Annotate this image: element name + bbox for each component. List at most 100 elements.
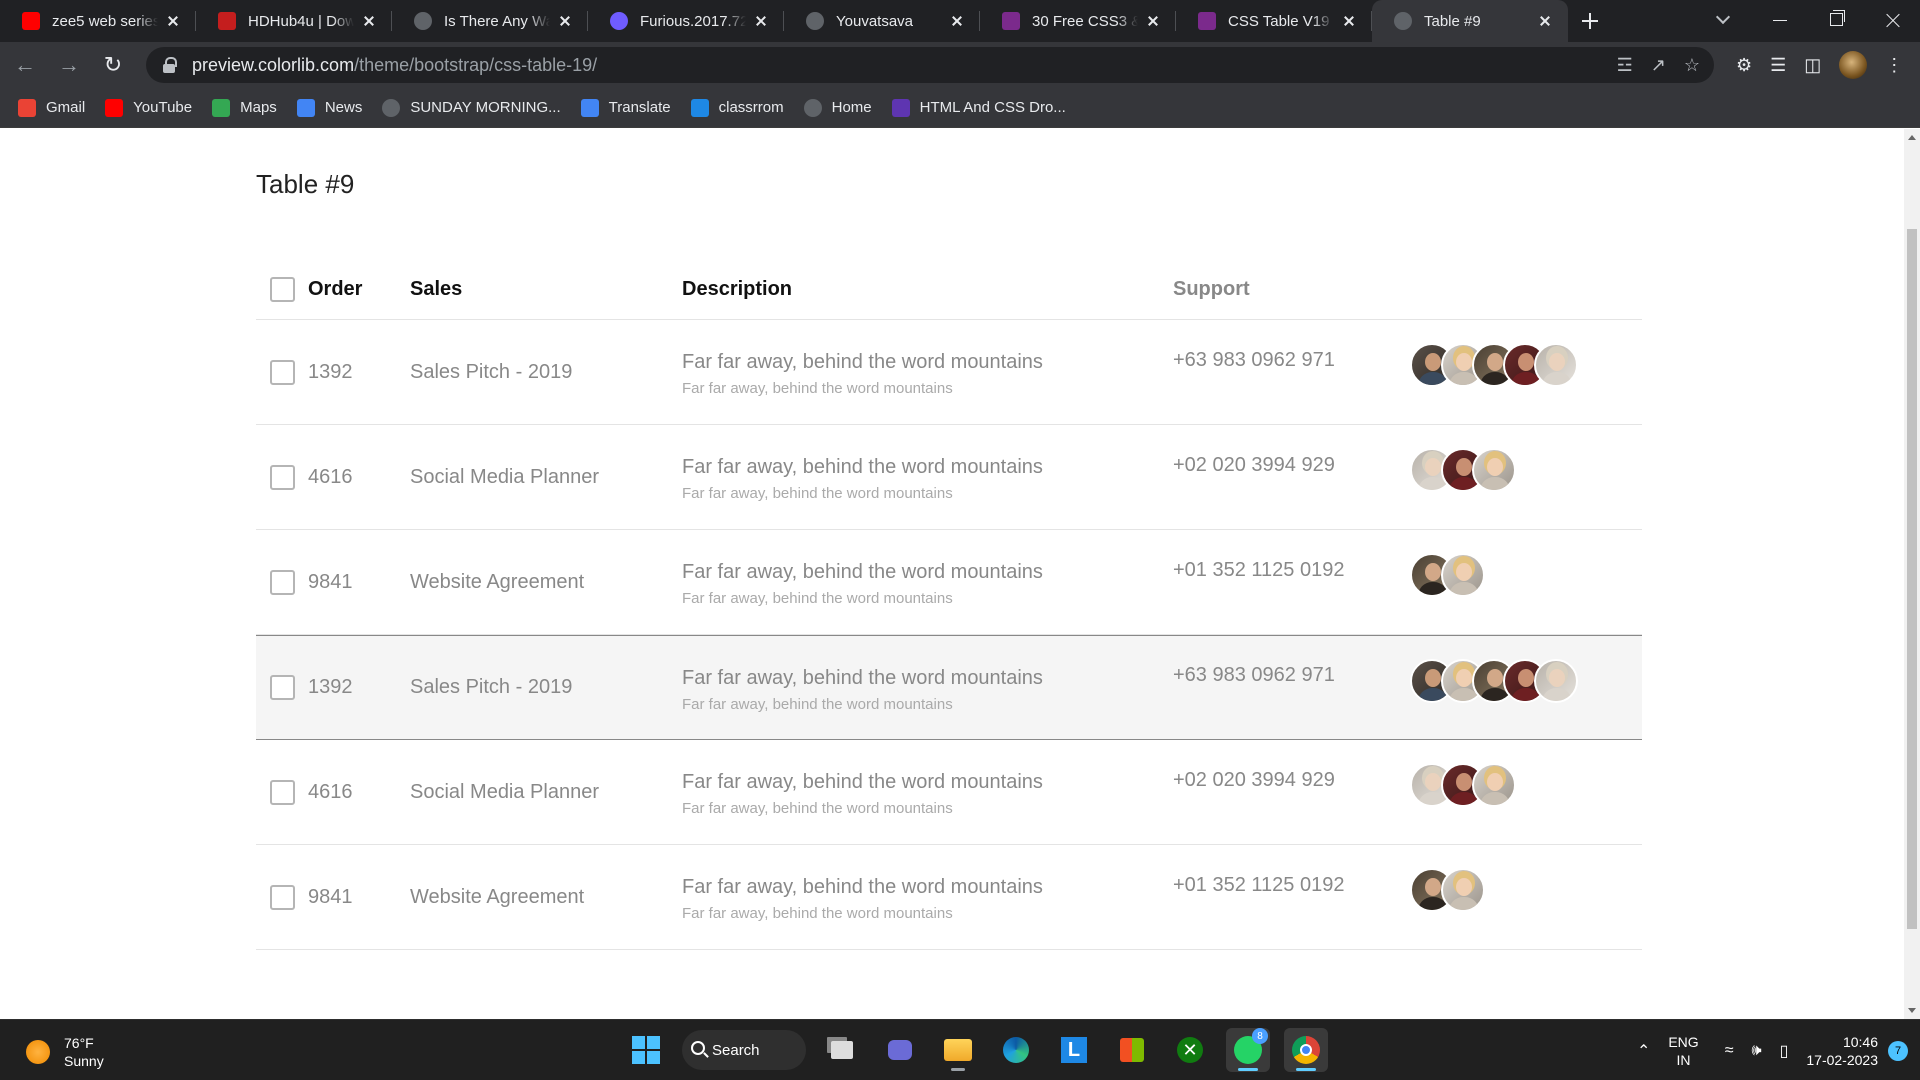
tab-1[interactable]: HDHub4u | Down xyxy=(196,0,392,42)
media-control-icon[interactable]: ☰ xyxy=(1770,55,1786,76)
table-header-row: Order Sales Description Support xyxy=(256,259,1642,320)
page-title: Table #9 xyxy=(256,169,355,199)
close-tab-icon[interactable] xyxy=(360,12,378,30)
edge-button[interactable] xyxy=(994,1028,1038,1072)
close-tab-icon[interactable] xyxy=(1144,12,1162,30)
tab-5[interactable]: 30 Free CSS3 & H xyxy=(980,0,1176,42)
table-row[interactable]: 1392 Sales Pitch - 2019 Far far away, behi… xyxy=(256,635,1642,740)
tab-2[interactable]: Is There Any Wait xyxy=(392,0,588,42)
bookmark-2[interactable]: Maps xyxy=(212,98,277,117)
avatar-group xyxy=(1410,763,1516,807)
tab-title: Table #9 xyxy=(1424,12,1481,30)
weather-description: Sunny xyxy=(64,1053,104,1069)
bookmark-7[interactable]: Home xyxy=(803,98,872,117)
clock[interactable]: 10:46 17-02-2023 xyxy=(1806,1033,1878,1069)
restore-button[interactable] xyxy=(1808,0,1864,42)
file-explorer-button[interactable] xyxy=(936,1028,980,1072)
avatar-group xyxy=(1410,868,1485,912)
classroom-icon xyxy=(690,98,709,117)
volume-icon[interactable]: 🕪 xyxy=(1751,1042,1761,1060)
profile-avatar[interactable] xyxy=(1839,51,1868,79)
close-window-button[interactable] xyxy=(1864,0,1920,42)
row-checkbox[interactable] xyxy=(270,884,295,910)
bookmark-0[interactable]: Gmail xyxy=(18,98,85,117)
row-checkbox[interactable] xyxy=(270,779,295,805)
description-sub: Far far away, behind the word mountains xyxy=(682,695,953,713)
tab-6[interactable]: CSS Table V19 - F xyxy=(1176,0,1372,42)
scroll-down-arrow-icon[interactable] xyxy=(1908,1008,1916,1013)
bookmark-4[interactable]: SUNDAY MORNING... xyxy=(382,98,561,117)
whatsapp-button[interactable]: 8 xyxy=(1226,1028,1270,1072)
close-tab-icon[interactable] xyxy=(164,12,182,30)
table-row[interactable]: 1392 Sales Pitch - 2019 Far far away, behi… xyxy=(256,320,1642,425)
avatar[interactable] xyxy=(1472,763,1516,807)
share-icon[interactable]: ↗ xyxy=(1651,55,1666,76)
bookmark-5[interactable]: Translate xyxy=(580,98,671,117)
gmail-icon xyxy=(18,98,36,117)
row-checkbox[interactable] xyxy=(270,359,295,385)
chrome-button[interactable] xyxy=(1284,1028,1328,1072)
close-tab-icon[interactable] xyxy=(1340,12,1358,30)
weather-widget[interactable]: 76°F Sunny xyxy=(26,1034,104,1070)
description-main: Far far away, behind the word mountains xyxy=(682,771,1043,793)
input-language[interactable]: ENG IN xyxy=(1668,1033,1698,1069)
bookmark-star-icon[interactable]: ☆ xyxy=(1684,55,1700,76)
tab-0[interactable]: zee5 web series - xyxy=(0,0,196,42)
bookmark-1[interactable]: YouTube xyxy=(105,98,192,117)
battery-icon[interactable]: ▯ xyxy=(1780,1041,1789,1061)
vertical-scrollbar[interactable] xyxy=(1904,129,1920,1019)
menu-kebab-icon[interactable]: ⋮ xyxy=(1885,55,1903,76)
address-bar[interactable]: preview.colorlib.com/theme/bootstrap/css… xyxy=(146,47,1714,83)
store-button[interactable] xyxy=(1110,1028,1154,1072)
task-view-button[interactable] xyxy=(820,1028,864,1072)
tab-7[interactable]: Table #9 xyxy=(1372,0,1568,42)
table-row[interactable]: 9841 Website Agreement Far far away, behin… xyxy=(256,845,1642,950)
forward-icon[interactable]: → xyxy=(50,46,88,84)
table-row[interactable]: 4616 Social Media Planner Far far away, be… xyxy=(256,425,1642,530)
wifi-icon[interactable]: ≈ xyxy=(1725,1042,1734,1060)
bookmark-8[interactable]: HTML And CSS Dro... xyxy=(891,98,1066,117)
bookmark-3[interactable]: News xyxy=(296,98,362,117)
minimize-button[interactable] xyxy=(1752,0,1808,42)
extensions-icon[interactable]: ⚙ xyxy=(1736,55,1752,76)
avatar[interactable] xyxy=(1472,448,1516,492)
avatar[interactable] xyxy=(1441,553,1485,597)
scroll-up-arrow-icon[interactable] xyxy=(1908,135,1916,140)
translate-icon xyxy=(580,98,599,117)
avatar[interactable] xyxy=(1534,343,1578,387)
start-button[interactable] xyxy=(624,1028,668,1072)
tab-4[interactable]: Youvatsava xyxy=(784,0,980,42)
close-tab-icon[interactable] xyxy=(1536,12,1554,30)
description-cell: Far far away, behind the word mountains F… xyxy=(682,872,1173,922)
table-row[interactable]: 4616 Social Media Planner Far far away, be… xyxy=(256,740,1642,845)
column-header-description: Description xyxy=(682,277,793,300)
row-checkbox[interactable] xyxy=(270,569,295,595)
new-tab-button[interactable] xyxy=(1568,0,1612,42)
translate-page-icon[interactable]: ☲ xyxy=(1617,55,1633,76)
close-tab-icon[interactable] xyxy=(948,12,966,30)
avatar[interactable] xyxy=(1534,658,1578,703)
close-tab-icon[interactable] xyxy=(752,12,770,30)
row-checkbox[interactable] xyxy=(270,464,295,490)
table-row[interactable]: 9841 Website Agreement Far far away, behin… xyxy=(256,530,1642,635)
select-all-checkbox[interactable] xyxy=(270,276,295,302)
taskbar-search[interactable]: Search xyxy=(682,1030,806,1070)
side-panel-icon[interactable]: ◫ xyxy=(1804,55,1821,76)
reload-icon[interactable]: ↻ xyxy=(94,46,132,84)
show-hidden-icons-chevron-icon[interactable]: ⌃ xyxy=(1637,1041,1650,1061)
back-icon[interactable]: ← xyxy=(6,46,44,84)
torrent-icon xyxy=(610,12,628,30)
tab-3[interactable]: Furious.2017.720p xyxy=(588,0,784,42)
close-tab-icon[interactable] xyxy=(556,12,574,30)
l-app-button[interactable]: L xyxy=(1052,1028,1096,1072)
teams-chat-button[interactable] xyxy=(878,1028,922,1072)
avatar[interactable] xyxy=(1441,868,1485,912)
bookmark-6[interactable]: classrrom xyxy=(690,98,784,117)
scrollbar-thumb[interactable] xyxy=(1907,229,1917,929)
row-checkbox[interactable] xyxy=(270,675,295,700)
bookmark-label: classrrom xyxy=(718,99,784,116)
lock-icon[interactable] xyxy=(162,57,178,73)
notification-count-badge[interactable]: 7 xyxy=(1888,1040,1908,1061)
xbox-button[interactable]: ✕ xyxy=(1168,1028,1212,1072)
tab-search-chevron-icon[interactable] xyxy=(1696,0,1752,42)
